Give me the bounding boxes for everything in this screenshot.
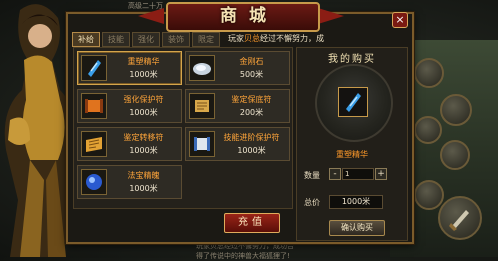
total-label: 总价 xyxy=(304,198,320,207)
item-name: 鉴定转移符 xyxy=(123,133,164,142)
sword-icon xyxy=(449,210,469,231)
top-banner-text: 高级二十万 xyxy=(128,2,163,10)
chat-line: 玩家贝总经过不懈努力，成功合 得了传说中的神兽大福狐狸了! xyxy=(196,242,294,260)
selected-item-slot xyxy=(338,87,368,117)
shop-window: 商城 × 补给 技能 强化 装饰 限定 玩家贝总经过不懈努力，成 重塑精华 10… xyxy=(66,2,414,244)
shop-item[interactable]: 技能进阶保护符 1000米 xyxy=(185,127,290,161)
attack-button[interactable] xyxy=(438,196,482,240)
item-name: 重塑精华 xyxy=(127,57,160,66)
tab-skills[interactable]: 技能 xyxy=(102,32,130,47)
recharge-button[interactable]: 充值 xyxy=(224,213,280,233)
quantity-input[interactable]: 1 xyxy=(342,168,374,180)
blue-scroll-icon xyxy=(189,131,215,157)
item-price: 1000米 xyxy=(237,146,266,155)
item-price: 1000米 xyxy=(129,146,158,155)
shop-item[interactable]: 鉴定保底符 200米 xyxy=(185,89,290,123)
diamond-icon xyxy=(189,55,215,81)
skill-slot-1[interactable] xyxy=(414,58,444,88)
item-name: 鉴定保底符 xyxy=(231,95,272,104)
blue-crystal-icon xyxy=(346,93,361,112)
shop-item[interactable]: 重塑精华 1000米 xyxy=(77,51,182,85)
skill-slot-4[interactable] xyxy=(440,140,470,170)
shop-item[interactable]: 金刚石 500米 xyxy=(185,51,290,85)
item-price: 1000米 xyxy=(129,184,158,193)
skill-slot-3[interactable] xyxy=(414,116,442,144)
blue-crystal-icon xyxy=(81,55,107,81)
item-price: 1000米 xyxy=(129,108,158,117)
item-name: 法宝精魄 xyxy=(127,171,160,180)
item-name: 金刚石 xyxy=(239,57,264,66)
tab-decor[interactable]: 装饰 xyxy=(162,32,190,47)
quantity-label: 数量 xyxy=(304,171,320,180)
orange-scroll-icon xyxy=(81,93,107,119)
purchase-panel: 我的购买 重塑精华 数量 - 1 + 总价 1000米 确认购买 xyxy=(296,47,408,241)
purchase-title: 我的购买 xyxy=(328,54,376,65)
quantity-minus-button[interactable]: - xyxy=(329,168,341,180)
shop-title-plate: 商城 xyxy=(166,2,320,32)
total-price: 1000米 xyxy=(329,195,383,209)
emblem-frame xyxy=(315,64,393,142)
gold-scroll-icon xyxy=(189,93,215,119)
gold-scroll-icon xyxy=(81,131,107,157)
item-name: 强化保护符 xyxy=(123,95,164,104)
skill-slot-2[interactable] xyxy=(440,94,472,126)
shop-title: 商城 xyxy=(220,6,278,26)
close-button[interactable]: × xyxy=(392,12,408,28)
shop-tabs: 补给 技能 强化 装饰 限定 xyxy=(72,32,220,47)
system-notice: 玩家贝总经过不懈努力，成 xyxy=(228,34,324,43)
item-price: 1000米 xyxy=(129,70,158,79)
tab-enhance[interactable]: 强化 xyxy=(132,32,160,47)
item-price: 200米 xyxy=(239,108,264,117)
blue-orb-icon xyxy=(81,169,107,195)
item-grid: 重塑精华 1000米 金刚石 500米 强化保护符 1000米 鉴定保底符 20… xyxy=(73,47,293,209)
item-price: 500米 xyxy=(239,70,264,79)
shop-item[interactable]: 强化保护符 1000米 xyxy=(77,89,182,123)
tab-supply[interactable]: 补给 xyxy=(72,32,100,47)
shop-item[interactable]: 法宝精魄 1000米 xyxy=(77,165,182,199)
quantity-plus-button[interactable]: + xyxy=(375,168,387,180)
item-name: 技能进阶保护符 xyxy=(223,133,280,142)
selected-item-name: 重塑精华 xyxy=(336,150,368,159)
shop-item[interactable]: 鉴定转移符 1000米 xyxy=(77,127,182,161)
confirm-purchase-button[interactable]: 确认购买 xyxy=(329,220,385,236)
tab-limited[interactable]: 限定 xyxy=(192,32,220,47)
title-wing-right xyxy=(318,8,344,24)
